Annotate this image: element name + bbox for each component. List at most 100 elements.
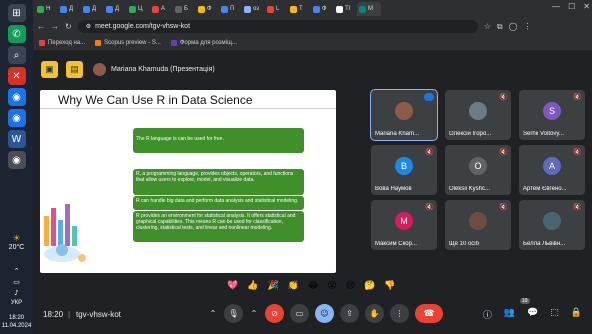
search-icon[interactable]: ⌕ <box>7 46 26 64</box>
tab-label: Б <box>184 6 188 12</box>
stop-presenting-icon[interactable]: ▣ <box>41 61 58 78</box>
tab-favicon-icon <box>175 5 182 13</box>
language-indicator[interactable]: УКР <box>11 300 22 306</box>
microphone-button[interactable]: 🎙 <box>224 304 243 323</box>
participant-name: Белла Львівн... <box>523 241 566 247</box>
site-info-icon[interactable]: ⚙ <box>86 23 91 30</box>
volume-icon[interactable]: ♪ <box>14 289 18 297</box>
browser-tab[interactable]: Ф <box>196 2 218 16</box>
participant-tile[interactable]: A 🔇 Артем Євгено... <box>519 145 585 195</box>
maximize-icon[interactable]: ☐ <box>568 2 575 11</box>
mic-off-icon: 🔇 <box>573 203 582 211</box>
tab-label: Д <box>92 6 97 12</box>
chrome-icon[interactable]: ◉ <box>7 88 26 106</box>
slide-title: Why We Can Use R in Data Science <box>58 93 253 107</box>
reaction-emoji[interactable]: 😢 <box>346 281 355 295</box>
browser-tab[interactable]: Д <box>58 2 80 16</box>
reaction-emoji[interactable]: 😮 <box>327 281 336 295</box>
slide-box-2: R, a programming language, provides obje… <box>133 169 304 195</box>
minimize-icon[interactable]: — <box>552 2 560 11</box>
back-icon[interactable]: ← <box>37 22 45 31</box>
reload-icon[interactable]: ↻ <box>65 22 72 31</box>
browser-tab[interactable]: L <box>265 2 287 16</box>
participant-tile[interactable]: O 🔇 Oleksii Kyshc... <box>445 145 511 195</box>
weather-widget[interactable]: ☀ 20°C <box>9 234 25 251</box>
tab-label: H <box>46 6 51 12</box>
participant-tile[interactable]: 🔇 Олексій Ігоро... <box>445 90 511 140</box>
camera-options-icon[interactable]: ⌃ <box>249 304 259 323</box>
avatar-initial: M <box>400 216 408 226</box>
chat-icon[interactable]: 💬 <box>527 308 538 321</box>
browser-tab[interactable]: Ф <box>311 2 333 16</box>
reaction-emoji[interactable]: 😂 <box>308 281 319 295</box>
browser-tab[interactable]: Б <box>173 2 195 16</box>
browser-tab[interactable]: A <box>150 2 172 16</box>
menu-icon[interactable]: ⋮ <box>524 22 532 31</box>
reactions-bar: 💖 👍 🎉 👏 😂 😮 😢 🤔 👎 <box>227 281 396 295</box>
presentation-pin-icon[interactable]: ▤ <box>66 61 83 78</box>
present-button[interactable]: ⇪ <box>340 304 359 323</box>
participant-tile[interactable]: 🔇 Ще 10 осіб <box>445 200 511 250</box>
more-options-button[interactable]: ⋮ <box>390 304 409 323</box>
address-bar[interactable]: ⚙ meet.google.com/tgv-vhsw-kot <box>77 20 478 33</box>
reaction-emoji[interactable]: 🎉 <box>267 281 278 295</box>
avatar <box>395 102 413 120</box>
browser-tab[interactable]: H <box>35 2 57 16</box>
network-icon[interactable]: ▭ <box>13 278 20 286</box>
star-icon[interactable]: ☆ <box>484 22 491 31</box>
chrome-icon-2[interactable]: ◉ <box>7 109 26 127</box>
participant-tile[interactable]: B 🔇 Вова Наумов <box>371 145 437 195</box>
emoji-button[interactable]: ☺ <box>315 304 334 323</box>
participant-tile[interactable]: S 🔇 Serhii Voitovy... <box>519 90 585 140</box>
profile-icon[interactable]: ◯ <box>509 22 518 31</box>
camera-off-button[interactable]: ⊘ <box>265 304 284 323</box>
bookmark-item[interactable]: Форма для розміщ... <box>170 40 237 46</box>
mic-options-icon[interactable]: ⌃ <box>208 304 218 323</box>
browser-tab[interactable]: Д <box>104 2 126 16</box>
chrome-active-icon[interactable]: ◉ <box>7 151 26 169</box>
clock[interactable]: 18:20 11.04.2024 <box>0 314 33 330</box>
browser-tab[interactable]: M <box>357 2 381 16</box>
participant-tile[interactable]: Mariana Kham... <box>370 89 438 141</box>
avatar: O <box>469 157 487 175</box>
tray-chevron-icon[interactable]: ⌃ <box>14 267 20 275</box>
tab-label: оз <box>253 6 260 12</box>
participant-tile[interactable]: M 🔇 Максим Скор... <box>371 200 437 250</box>
start-icon[interactable]: ⊞ <box>7 4 26 22</box>
presenter-name: Mariana Khamuda (Презентація) <box>111 66 215 73</box>
tab-favicon-icon <box>198 5 205 13</box>
clock-date: 11.04.2024 <box>1 323 32 329</box>
reaction-emoji[interactable]: 👎 <box>384 281 395 295</box>
browser-tab[interactable]: Ц <box>127 2 149 16</box>
reaction-emoji[interactable]: 🤔 <box>364 281 375 295</box>
browser-tab[interactable]: TI <box>334 2 356 16</box>
app-icon[interactable]: ✕ <box>7 67 26 85</box>
activities-icon[interactable]: ⬚ <box>550 308 559 321</box>
browser-tab[interactable]: Д <box>81 2 103 16</box>
close-icon[interactable]: ✕ <box>583 2 590 11</box>
browser-tab[interactable]: T <box>288 2 310 16</box>
host-controls-icon[interactable]: 🔒 <box>571 308 582 321</box>
word-icon[interactable]: W <box>7 130 26 148</box>
tab-favicon-icon <box>313 5 320 13</box>
forward-icon[interactable]: → <box>51 22 59 31</box>
info-icon[interactable]: ⓘ <box>483 308 492 321</box>
browser-tab[interactable]: оз <box>242 2 264 16</box>
reaction-emoji[interactable]: 👏 <box>288 281 299 295</box>
reaction-emoji[interactable]: 👍 <box>247 281 258 295</box>
tab-label: L <box>276 6 280 12</box>
reaction-emoji[interactable]: 💖 <box>227 281 238 295</box>
captions-button[interactable]: ▭ <box>290 304 309 323</box>
bookmark-item[interactable]: Scopus preview - S... <box>95 40 161 46</box>
participant-tile[interactable]: 🔇 Белла Львівн... <box>519 200 585 250</box>
leave-call-button[interactable]: ☎ <box>415 304 443 323</box>
people-icon[interactable]: 👥 <box>504 308 515 321</box>
avatar-initial: A <box>548 161 555 171</box>
whatsapp-icon[interactable]: ✆ <box>7 25 26 43</box>
raise-hand-button[interactable]: ✋ <box>365 304 384 323</box>
side-panel-controls: ⓘ 👥 💬 ⬚ 🔒 <box>483 308 582 321</box>
bookmark-item[interactable]: Переход на... <box>39 40 85 46</box>
tab-strip: H Д Д Д Ц A Б Ф Поз L T Ф TI M <box>33 0 592 18</box>
browser-tab[interactable]: П <box>219 2 241 16</box>
extensions-icon[interactable]: ⧉ <box>497 22 503 32</box>
